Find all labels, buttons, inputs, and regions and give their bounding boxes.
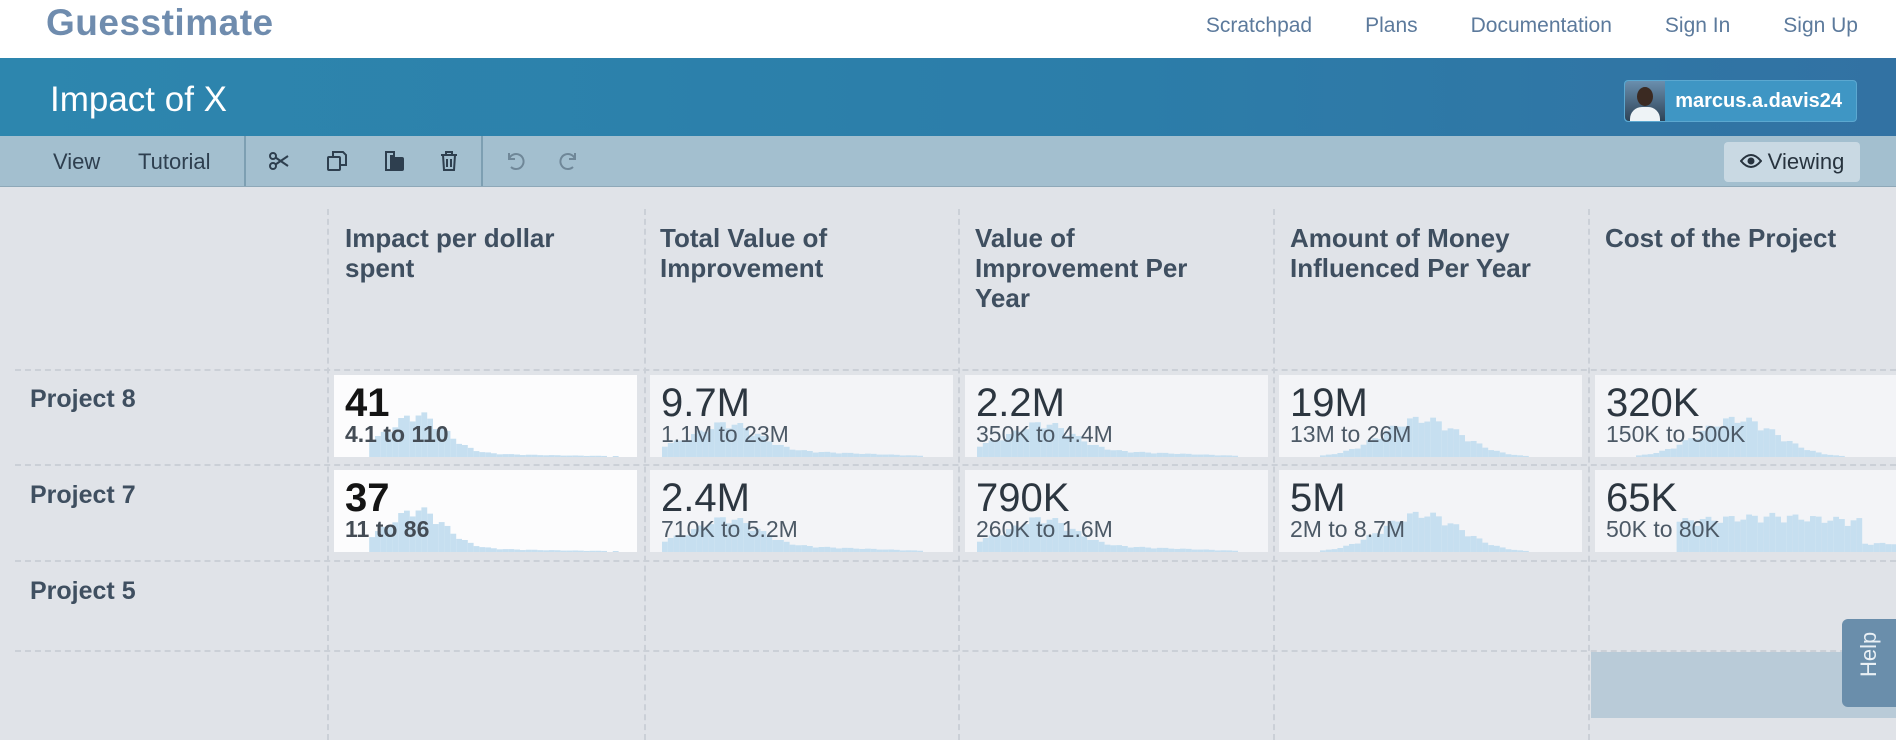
metric-range: 2M to 8.7M — [1290, 516, 1406, 542]
metric-cell[interactable]: 320K 150K to 500K — [1595, 375, 1896, 457]
metric-cell[interactable]: 5M 2M to 8.7M — [1279, 470, 1582, 552]
eye-icon — [1739, 149, 1762, 175]
scissors-icon[interactable] — [267, 149, 291, 173]
toolbar-divider — [244, 136, 246, 186]
top-nav: Guesstimate Scratchpad Plans Documentati… — [0, 0, 1896, 59]
copy-icon[interactable] — [325, 149, 349, 173]
metric-range: 1.1M to 23M — [661, 421, 789, 447]
trash-icon[interactable] — [437, 149, 461, 173]
row-label: Project 8 — [30, 385, 136, 413]
nav-links: Scratchpad Plans Documentation Sign In S… — [1206, 14, 1858, 38]
row-label: Project 5 — [30, 577, 136, 605]
metric-range: 4.1 to 110 — [345, 421, 449, 447]
metric-mean: 37 — [345, 476, 390, 520]
metric-range: 13M to 26M — [1290, 421, 1412, 447]
metric-cell[interactable]: 9.7M 1.1M to 23M — [650, 375, 953, 457]
metric-cell[interactable]: 2.4M 710K to 5.2M — [650, 470, 953, 552]
grid-line — [15, 369, 1896, 371]
grid-line — [15, 560, 1896, 562]
viewing-label: Viewing — [1767, 149, 1845, 174]
tutorial-button[interactable]: Tutorial — [138, 149, 211, 175]
metric-cell[interactable]: 2.2M 350K to 4.4M — [965, 375, 1268, 457]
column-header: Value of Improvement Per Year — [975, 223, 1188, 313]
toolbar-divider — [481, 136, 483, 186]
metric-range: 350K to 4.4M — [976, 421, 1113, 447]
metric-mean: 19M — [1290, 381, 1368, 425]
help-label: Help — [1856, 631, 1881, 677]
redo-icon[interactable] — [557, 149, 581, 173]
metric-mean: 41 — [345, 381, 390, 425]
nav-link-sign-in[interactable]: Sign In — [1665, 14, 1730, 38]
metric-cell[interactable]: 19M 13M to 26M — [1279, 375, 1582, 457]
metric-range: 50K to 80K — [1606, 516, 1720, 542]
user-badge[interactable]: marcus.a.davis24 — [1624, 80, 1857, 122]
metric-mean: 2.2M — [976, 381, 1065, 425]
grid-line — [15, 464, 1896, 466]
metric-cell[interactable]: 790K 260K to 1.6M — [965, 470, 1268, 552]
username: marcus.a.davis24 — [1675, 89, 1842, 112]
grid-line — [644, 209, 646, 740]
metric-mean: 790K — [976, 476, 1070, 520]
view-menu-button[interactable]: View — [53, 149, 100, 175]
column-header: Impact per dollar spent — [345, 223, 555, 283]
grid-line — [958, 209, 960, 740]
viewing-mode-badge[interactable]: Viewing — [1724, 142, 1860, 182]
metric-cell[interactable]: 41 4.1 to 110 — [334, 375, 637, 457]
metric-range: 11 to 86 — [345, 516, 430, 542]
metric-cell[interactable]: 65K 50K to 80K — [1595, 470, 1896, 552]
nav-link-plans[interactable]: Plans — [1365, 14, 1418, 38]
column-header: Total Value of Improvement — [660, 223, 828, 283]
metric-range: 710K to 5.2M — [661, 516, 798, 542]
canvas-grid: Impact per dollar spent Total Value of I… — [0, 187, 1896, 740]
grid-line — [1273, 209, 1275, 740]
help-tab[interactable]: Help — [1842, 619, 1896, 707]
toolbar: View Tutorial Viewing — [0, 136, 1896, 187]
metric-mean: 9.7M — [661, 381, 750, 425]
grid-line — [327, 209, 329, 740]
paste-icon[interactable] — [382, 149, 406, 173]
metric-mean: 5M — [1290, 476, 1346, 520]
logo[interactable]: Guesstimate — [46, 2, 274, 44]
nav-link-documentation[interactable]: Documentation — [1471, 14, 1612, 38]
metric-range: 260K to 1.6M — [976, 516, 1113, 542]
avatar — [1625, 81, 1666, 121]
row-label: Project 7 — [30, 481, 136, 509]
grid-line — [1588, 209, 1590, 740]
metric-mean: 320K — [1606, 381, 1700, 425]
nav-link-sign-up[interactable]: Sign Up — [1783, 14, 1858, 38]
model-header: Impact of X marcus.a.davis24 — [0, 58, 1896, 136]
model-title: Impact of X — [50, 80, 228, 119]
metric-mean: 65K — [1606, 476, 1678, 520]
column-header: Cost of the Project — [1605, 223, 1837, 253]
metric-range: 150K to 500K — [1606, 421, 1746, 447]
undo-icon[interactable] — [503, 149, 527, 173]
nav-link-scratchpad[interactable]: Scratchpad — [1206, 14, 1312, 38]
column-header: Amount of Money Influenced Per Year — [1290, 223, 1531, 283]
metric-mean: 2.4M — [661, 476, 750, 520]
metric-cell[interactable]: 37 11 to 86 — [334, 470, 637, 552]
